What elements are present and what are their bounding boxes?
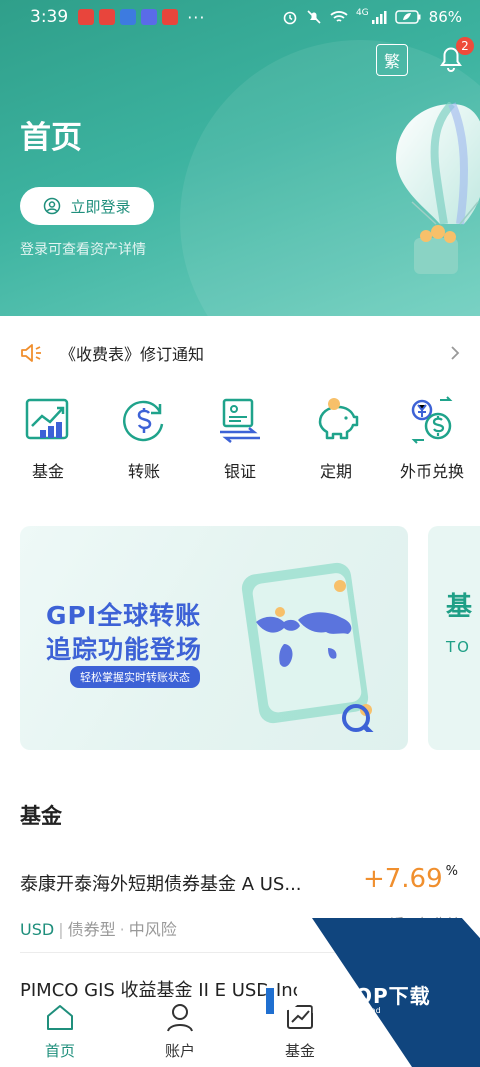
fund-currency: USD bbox=[20, 920, 55, 939]
bank-securities-icon bbox=[220, 398, 260, 443]
wifi-icon bbox=[330, 11, 348, 22]
hero-header: 3:39 ··· 4G 86% 繁 2 首页 立即登录 登录可查看资产详情 bbox=[0, 0, 480, 320]
piggy-bank-icon bbox=[318, 398, 359, 440]
notification-app-icon bbox=[99, 9, 116, 25]
login-button-label: 立即登录 bbox=[70, 197, 131, 216]
speaker-icon bbox=[21, 344, 41, 362]
banner-title-line1: GPI全球转账 bbox=[46, 601, 202, 630]
fund-chart-icon bbox=[25, 398, 69, 440]
quick-action-time-deposit[interactable]: 定期 bbox=[288, 392, 384, 492]
notification-app-icon bbox=[120, 9, 137, 25]
battery-percent: 86% bbox=[428, 8, 462, 26]
watermark-subtext: PCPOP Download bbox=[312, 1006, 381, 1015]
notice-bar[interactable]: 《收费表》修订通知 bbox=[0, 316, 480, 390]
fund-yield: +7.69% bbox=[363, 864, 458, 894]
fund-type: 债券型 bbox=[67, 920, 116, 939]
alarm-icon bbox=[283, 11, 297, 25]
user-circle-icon bbox=[44, 197, 61, 215]
quick-action-label: 转账 bbox=[127, 462, 160, 481]
transfer-dollar-icon bbox=[123, 400, 164, 442]
pcpop-logo-icon bbox=[265, 973, 302, 1014]
banner-next-title: 基 bbox=[446, 592, 473, 622]
nav-label: 首页 bbox=[44, 1042, 75, 1060]
quick-action-transfer[interactable]: 转账 bbox=[96, 392, 192, 492]
login-hint: 登录可查看资产详情 bbox=[20, 242, 146, 258]
quick-action-fx-exchange[interactable]: 外币兑换 bbox=[384, 392, 480, 492]
traditional-chinese-toggle[interactable]: 繁 bbox=[376, 44, 408, 76]
funds-section-title: 基金 bbox=[20, 804, 62, 828]
mute-icon bbox=[307, 10, 321, 24]
quick-actions: 基金 转账 银证 定期 外币兑换 bbox=[0, 392, 480, 492]
promo-banner[interactable]: GPI全球转账 追踪功能登场 轻松掌握实时转账状态 bbox=[20, 526, 408, 750]
notification-app-icon bbox=[141, 9, 158, 25]
main-content: 《收费表》修订通知 基金 转账 银证 定期 外币兑换 GPI全球转账 追踪功能登… bbox=[0, 316, 480, 1006]
nav-label: 账户 bbox=[164, 1042, 195, 1060]
battery-saver-icon bbox=[394, 10, 421, 24]
hot-air-balloon-illustration bbox=[396, 102, 480, 274]
currency-exchange-icon bbox=[411, 396, 453, 444]
account-icon bbox=[167, 1004, 193, 1032]
nav-account[interactable]: 账户 bbox=[132, 1002, 228, 1061]
more-notifications-icon: ··· bbox=[187, 7, 206, 27]
quick-action-label: 定期 bbox=[319, 462, 352, 481]
home-icon bbox=[47, 1005, 73, 1030]
status-time: 3:39 bbox=[30, 7, 69, 27]
quick-action-bank-securities[interactable]: 银证 bbox=[192, 392, 288, 492]
notice-text: 《收费表》修订通知 bbox=[60, 345, 205, 364]
notification-app-icon bbox=[162, 9, 179, 25]
nav-home[interactable]: 首页 bbox=[12, 1002, 108, 1061]
status-bar: 3:39 ··· 4G 86% bbox=[0, 0, 480, 34]
notification-badge: 2 bbox=[456, 37, 474, 55]
signal-icon bbox=[371, 11, 387, 24]
page-title: 首页 bbox=[20, 120, 82, 156]
watermark-logo: PCPOP下载 PCPOP Download bbox=[262, 972, 431, 1016]
network-type-label: 4G bbox=[355, 8, 369, 18]
quick-action-label: 银证 bbox=[223, 462, 256, 481]
fund-risk: 中风险 bbox=[128, 920, 177, 939]
phone-world-map-illustration bbox=[241, 562, 374, 732]
banner-title-line2: 追踪功能登场 bbox=[46, 635, 203, 664]
quick-action-label: 基金 bbox=[31, 462, 64, 481]
banner-subtitle: 轻松掌握实时转账状态 bbox=[70, 666, 200, 688]
chevron-right-icon bbox=[451, 346, 460, 360]
banner-next-subtitle: TO bbox=[446, 638, 471, 656]
quick-action-fund[interactable]: 基金 bbox=[0, 392, 96, 492]
quick-action-label: 外币兑换 bbox=[399, 462, 464, 481]
login-button[interactable]: 立即登录 bbox=[20, 187, 154, 225]
watermark-brand: PCPOP下载 bbox=[308, 983, 431, 1008]
notification-app-icon bbox=[78, 9, 95, 25]
promo-banner-next[interactable]: 基 TO bbox=[428, 526, 480, 750]
fund-yield-unit: % bbox=[445, 864, 458, 879]
fund-yield-value: +7.69 bbox=[362, 864, 443, 894]
